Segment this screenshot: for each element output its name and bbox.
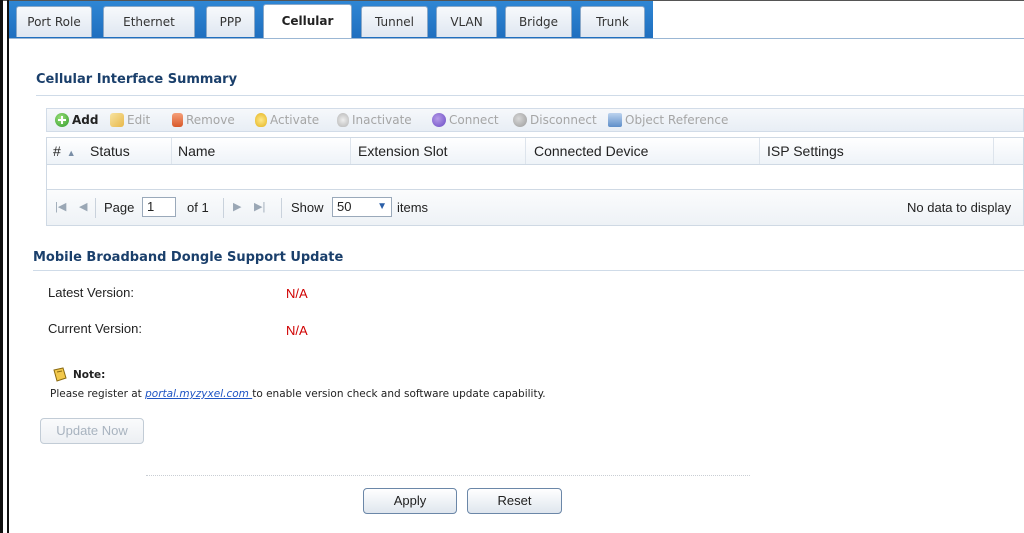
activate-label: Activate (270, 113, 320, 127)
section-title-summary: Cellular Interface Summary (36, 72, 238, 87)
column-label: # (53, 143, 61, 159)
chevron-down-icon: ▼ (377, 201, 387, 212)
connect-icon (432, 113, 446, 127)
section-title-dongle: Mobile Broadband Dongle Support Update (33, 250, 344, 265)
add-label: Add (72, 113, 99, 127)
edit-button[interactable]: Edit (110, 111, 150, 129)
inactivate-button[interactable]: Inactivate (337, 111, 412, 129)
edit-icon (110, 113, 124, 127)
current-version-label: Current Version: (48, 321, 142, 336)
pager-separator (281, 198, 282, 218)
tab-ppp[interactable]: PPP (206, 6, 255, 37)
pager-separator (95, 198, 96, 218)
edit-label: Edit (127, 113, 151, 127)
summary-toolbar: Add Edit Remove Activate Inactivate Conn… (46, 108, 1024, 132)
connect-label: Connect (449, 113, 499, 127)
section-rule (33, 270, 1024, 271)
show-label: Show (291, 200, 324, 215)
page-size-select[interactable]: 50 ▼ (332, 197, 392, 217)
page-input[interactable]: 1 (142, 197, 176, 217)
grid-pager: |◀ ◀ Page 1 of 1 ▶ ▶| Show 50 ▼ items No… (46, 189, 1024, 226)
add-icon (55, 113, 69, 127)
tab-trunk[interactable]: Trunk (580, 6, 645, 37)
note-prefix: Please register at (50, 388, 146, 400)
tab-bridge[interactable]: Bridge (505, 6, 572, 37)
add-button[interactable]: Add (55, 111, 98, 129)
section-rule (36, 95, 1024, 96)
column-header-status[interactable]: Status (90, 143, 130, 159)
portal-link[interactable]: portal.myzyxel.com (145, 388, 252, 400)
reset-button[interactable]: Reset (467, 488, 562, 514)
column-header-connected-device[interactable]: Connected Device (534, 143, 648, 159)
bulb-off-icon (337, 113, 349, 127)
column-separator[interactable] (525, 138, 526, 164)
update-now-button[interactable]: Update Now (40, 418, 144, 444)
object-reference-button[interactable]: Object Reference (608, 111, 728, 129)
bulb-on-icon (255, 113, 267, 127)
first-page-icon[interactable]: |◀ (55, 200, 66, 213)
column-separator[interactable] (171, 138, 172, 164)
footer-divider (146, 475, 750, 476)
column-separator[interactable] (993, 138, 994, 164)
latest-version-value: N/A (286, 286, 308, 301)
latest-version-label: Latest Version: (48, 285, 134, 300)
disconnect-label: Disconnect (530, 113, 597, 127)
page-label: Page (104, 200, 135, 215)
connect-button[interactable]: Connect (432, 111, 499, 129)
inactivate-label: Inactivate (352, 113, 412, 127)
disconnect-button[interactable]: Disconnect (513, 111, 597, 129)
next-page-icon[interactable]: ▶ (233, 200, 241, 213)
remove-icon (172, 113, 183, 127)
tab-cellular[interactable]: Cellular (263, 4, 352, 38)
note-text: Please register at portal.myzyxel.com to… (50, 388, 546, 400)
frame-left-border (0, 0, 3, 533)
object-reference-icon (608, 113, 622, 127)
disconnect-icon (513, 113, 527, 127)
pager-separator (223, 198, 224, 218)
grid-header: # ▲ Status Name Extension Slot Connected… (46, 137, 1024, 165)
column-header-extension-slot[interactable]: Extension Slot (358, 143, 448, 159)
tab-tunnel[interactable]: Tunnel (361, 6, 428, 37)
column-separator[interactable] (759, 138, 760, 164)
activate-button[interactable]: Activate (255, 111, 319, 129)
column-header-isp-settings[interactable]: ISP Settings (767, 143, 844, 159)
empty-message: No data to display (907, 200, 1012, 215)
column-separator[interactable] (350, 138, 351, 164)
remove-label: Remove (186, 113, 235, 127)
grid-body (46, 165, 1024, 189)
last-page-icon[interactable]: ▶| (254, 200, 265, 213)
tab-vlan[interactable]: VLAN (436, 6, 497, 37)
tab-ethernet[interactable]: Ethernet (103, 6, 195, 37)
previous-page-icon[interactable]: ◀ (79, 200, 87, 213)
current-version-value: N/A (286, 323, 308, 338)
note-icon (52, 367, 68, 382)
page-size-value: 50 (337, 199, 352, 214)
tab-bar-spacer (653, 1, 1024, 38)
column-header-number[interactable]: # ▲ (53, 143, 76, 159)
tab-port-role[interactable]: Port Role (16, 6, 92, 37)
apply-button[interactable]: Apply (363, 488, 457, 514)
note-suffix: to enable version check and software upd… (252, 388, 546, 400)
items-label: items (397, 200, 429, 215)
remove-button[interactable]: Remove (172, 111, 235, 129)
page-total: of 1 (187, 200, 209, 215)
tab-content-border (9, 38, 1024, 39)
note-label: Note: (73, 369, 106, 381)
sort-ascending-icon: ▲ (66, 148, 76, 158)
frame-left-border-inner (7, 0, 9, 533)
object-reference-label: Object Reference (625, 113, 729, 127)
column-header-name[interactable]: Name (178, 143, 215, 159)
